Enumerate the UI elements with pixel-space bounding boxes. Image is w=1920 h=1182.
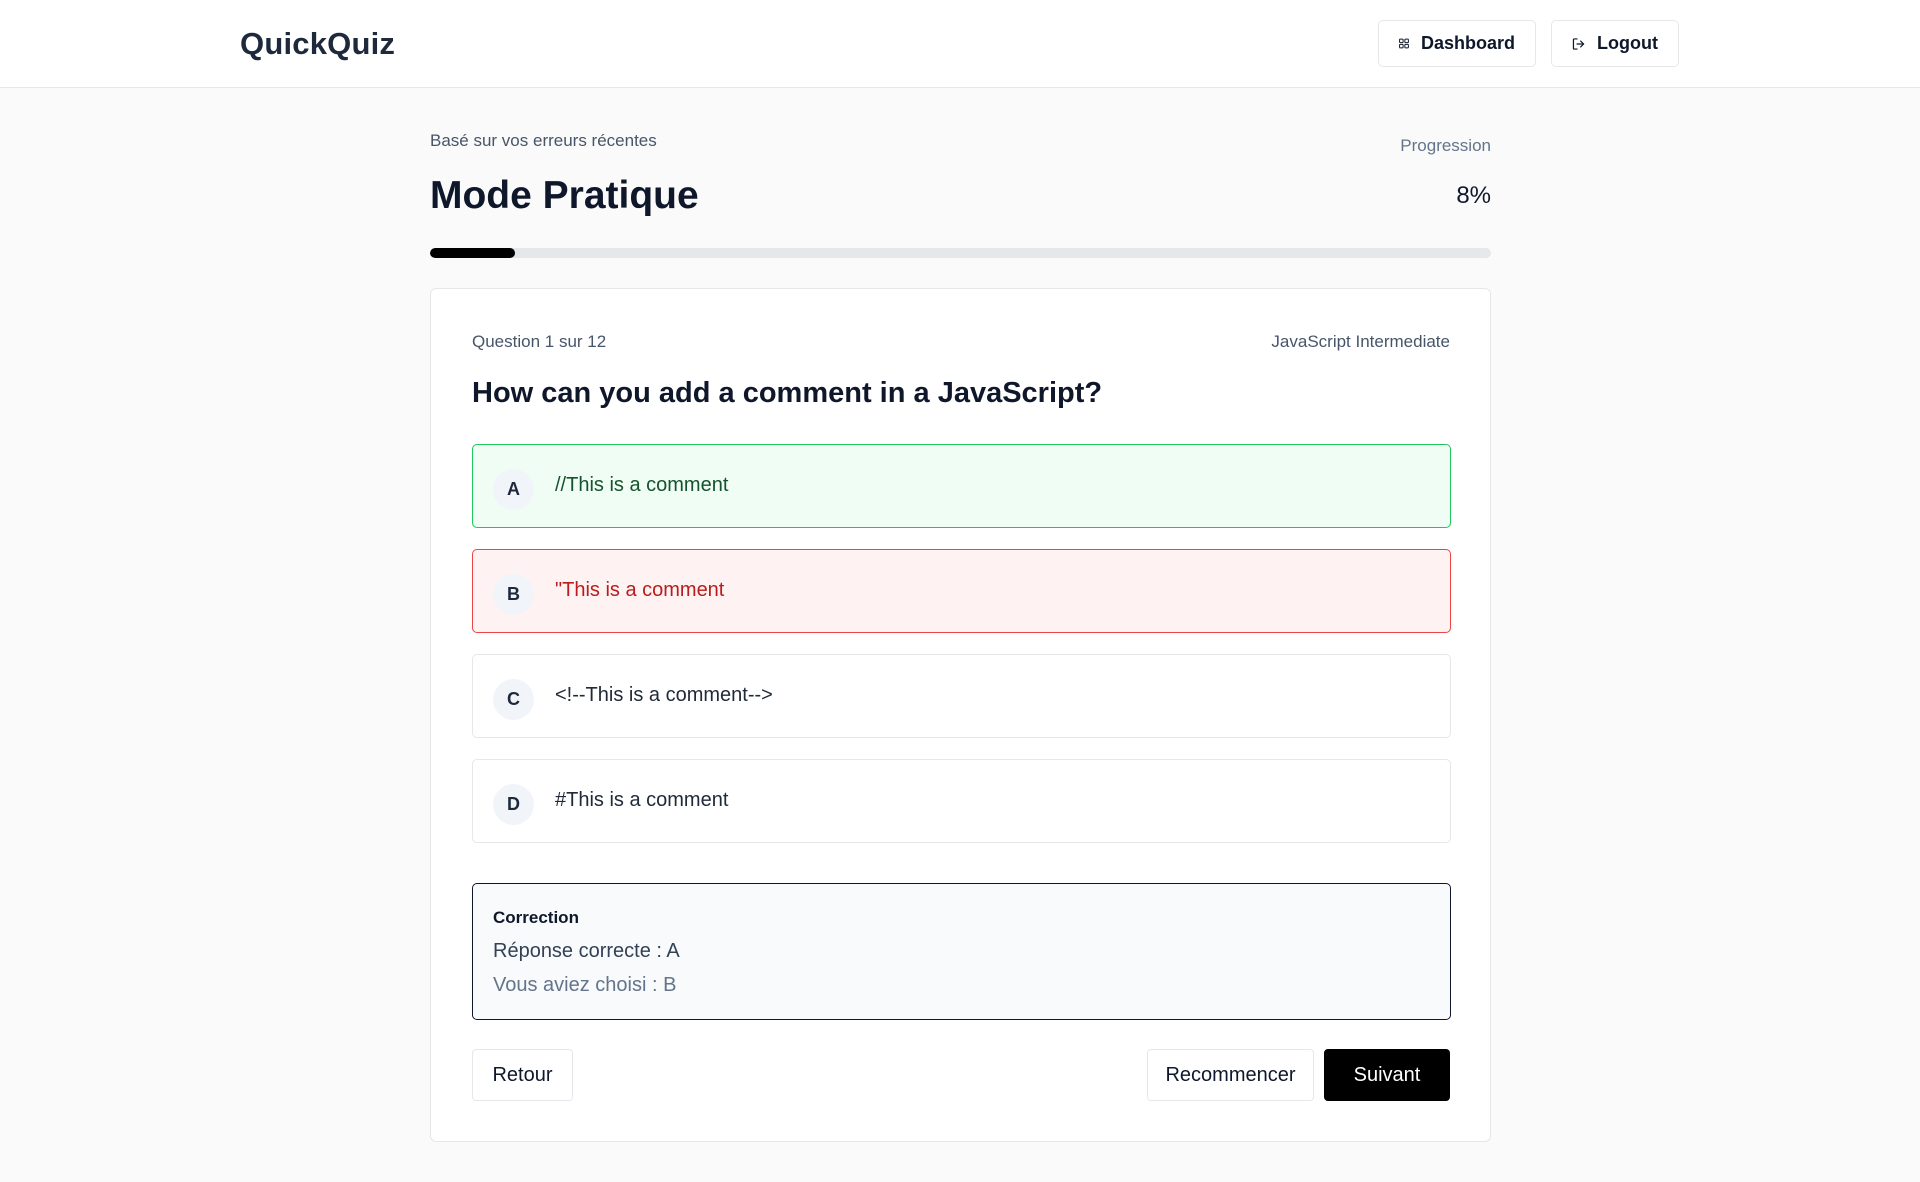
- answer-option-b[interactable]: B "This is a comment: [472, 549, 1451, 633]
- option-text: "This is a comment: [555, 578, 725, 601]
- restart-button[interactable]: Recommencer: [1147, 1049, 1314, 1101]
- logout-button-label: Logout: [1597, 33, 1658, 53]
- option-letter: C: [493, 678, 534, 720]
- answer-option-c[interactable]: C <!--This is a comment-->: [472, 654, 1451, 738]
- correction-title: Correction: [493, 908, 579, 927]
- option-letter: B: [493, 573, 534, 615]
- answer-option-d[interactable]: D #This is a comment: [472, 759, 1451, 843]
- progress-bar-fill: [430, 248, 515, 258]
- question-topic: JavaScript Intermediate: [1271, 332, 1450, 351]
- option-letter: A: [493, 468, 534, 510]
- dashboard-button[interactable]: Dashboard: [1378, 20, 1536, 67]
- option-text: <!--This is a comment-->: [555, 683, 773, 706]
- logout-icon: [1572, 37, 1585, 50]
- chosen-answer-text: Vous aviez choisi : B: [493, 974, 677, 996]
- question-counter: Question 1 sur 12: [472, 332, 607, 351]
- question-card: Question 1 sur 12 JavaScript Intermediat…: [430, 288, 1491, 1142]
- dashboard-button-label: Dashboard: [1420, 33, 1515, 53]
- logout-button[interactable]: Logout: [1551, 20, 1679, 67]
- correct-answer-text: Réponse correcte : A: [493, 940, 680, 962]
- option-text: //This is a comment: [555, 473, 729, 496]
- next-button[interactable]: Suivant: [1324, 1049, 1450, 1101]
- back-button[interactable]: Retour: [472, 1049, 573, 1101]
- grid-icon: [1399, 38, 1409, 49]
- question-text: How can you add a comment in a JavaScrip…: [472, 377, 1103, 409]
- progress-value: 8%: [1456, 182, 1491, 209]
- answer-option-a[interactable]: A //This is a comment: [472, 444, 1451, 528]
- option-text: #This is a comment: [555, 788, 729, 811]
- progress-label: Progression: [1400, 136, 1491, 155]
- brand-logo[interactable]: QuickQuiz: [240, 26, 395, 62]
- top-navigation-bar: QuickQuiz Dashboard Logout: [0, 0, 1920, 88]
- practice-subtitle: Basé sur vos erreurs récentes: [430, 131, 657, 150]
- correction-panel: Correction Réponse correcte : A Vous avi…: [472, 883, 1451, 1020]
- option-letter: D: [493, 783, 534, 825]
- progress-bar: [430, 248, 1491, 258]
- page-title: Mode Pratique: [430, 174, 699, 217]
